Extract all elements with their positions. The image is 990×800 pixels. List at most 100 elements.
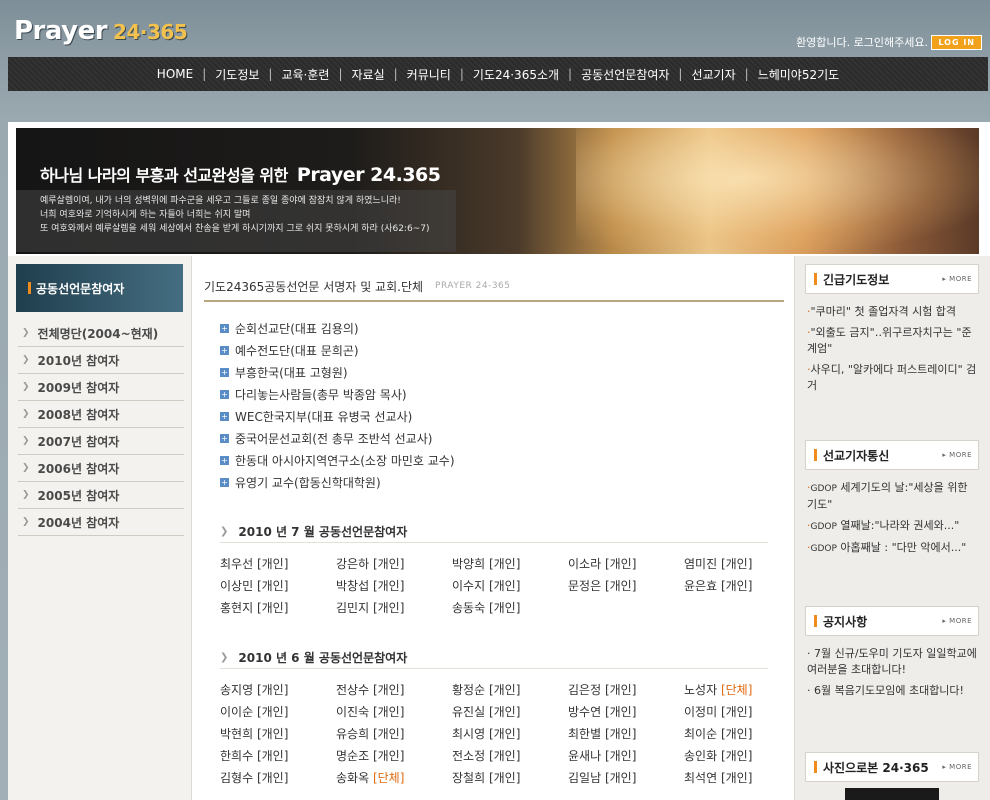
org-name: 중국어문선교회(전 총무 조반석 선교사) [235,431,433,446]
participant-tag: [개인] [372,727,405,741]
more-link[interactable]: ▸ MORE [942,451,972,459]
notice-item[interactable]: · 7월 신규/도우미 기도자 일일학교에 여러분을 초대합니다! [807,646,977,678]
notice-item-text: 7월 신규/도우미 기도자 일일학교에 여러분을 초대합니다! [807,647,977,676]
participant-tag: [개인] [256,579,289,593]
participant-tag: [개인] [372,601,405,615]
login-button[interactable]: LOG IN [931,35,982,50]
participant-name: 김은정 [568,683,602,697]
more-label: MORE [949,451,972,459]
participant-tag: [개인] [604,683,637,697]
org-name: 다리놓는사람들(총무 박종암 목사) [235,387,407,402]
urgent-item[interactable]: ·"쿠마리" 첫 졸업자격 시험 합격 [807,304,977,320]
nav-nehemiah52[interactable]: 느헤미야52기도 [749,66,849,83]
participant-cell: 유진실 [개인] [452,701,568,723]
participant-cell: 송인화 [개인] [684,745,800,767]
section-title-text: 2010 년 6 월 공동선언문참여자 [238,651,408,665]
sidebar-item-2008[interactable]: ❯ 2008년 참여자 [18,401,184,428]
nav-home[interactable]: HOME [148,67,202,81]
participant-tag: [개인] [372,557,405,571]
reporter-item-text: 열째날:"나라와 권세와..." [840,519,960,532]
participant-tag: [단체] [720,683,753,697]
nav-education[interactable]: 교육·훈련 [272,66,338,83]
site-logo[interactable]: Prayer 24·365 [14,16,188,46]
org-item[interactable]: + 예수전도단(대표 문희곤) [220,339,784,361]
urgent-item[interactable]: ·사우디, "알카에다 퍼스트레이디" 검거 [807,362,977,394]
logo-number: 24·365 [113,20,188,44]
banner-brand: Prayer 24.365 [296,164,441,186]
sidebar-item-label: 2004년 참여자 [37,515,120,530]
participant-name: 노성자 [684,683,718,697]
org-item[interactable]: + 부흥한국(대표 고형원) [220,361,784,383]
welcome-message: 환영합니다. 로그인해주세요. [796,36,928,49]
participant-name: 박창섭 [336,579,370,593]
participant-cell: 명순조 [개인] [336,745,452,767]
participant-tag: [개인] [488,705,521,719]
sidebar-item-2009[interactable]: ❯ 2009년 참여자 [18,374,184,401]
sidebar-item-2004[interactable]: ❯ 2004년 참여자 [18,509,184,536]
participant-cell: 홍현지 [개인] [220,597,336,619]
participant-tag: [개인] [488,579,521,593]
participant-cell: 전소정 [개인] [452,745,568,767]
participant-cell: 노성자 [단체] [684,679,800,701]
more-link[interactable]: ▸ MORE [942,617,972,625]
urgent-item[interactable]: ·"외출도 금지"‥위구르자치구는 "준계엄" [807,325,977,357]
participant-name: 이수지 [452,579,486,593]
participant-tag: [개인] [256,749,289,763]
participant-tag: [개인] [372,579,405,593]
logo-text: Prayer [14,16,108,46]
nav-declaration-participants[interactable]: 공동선언문참여자 [572,66,678,83]
more-link[interactable]: ▸ MORE [942,763,972,771]
participant-tag: [개인] [604,557,637,571]
participant-name: 장철희 [452,771,486,785]
org-item[interactable]: + WEC한국지부(대표 유병국 선교사) [220,405,784,427]
participant-cell: 최이순 [개인] [684,723,800,745]
nav-prayer-info[interactable]: 기도정보 [206,66,268,83]
reporter-tag: GDOP [810,522,837,532]
org-name: 유영기 교수(합동신학대학원) [235,475,381,490]
more-label: MORE [949,617,972,625]
org-item[interactable]: + 중국어문선교회(전 총무 조반석 선교사) [220,427,784,449]
org-item[interactable]: + 순회선교단(대표 김용의) [220,317,784,339]
notice-item[interactable]: · 6월 복음기도모임에 초대합니다! [807,683,977,699]
participant-tag: [개인] [604,579,637,593]
box-title: 긴급기도정보 [814,271,889,288]
participant-cell: 이정미 [개인] [684,701,800,723]
content-frame: 하나님 나라의 부흥과 선교완성을 위한 Prayer 24.365 예루살렘이… [8,122,990,800]
left-sidebar: 공동선언문참여자 ❯ 전체명단(2004~현재) ❯ 2010년 참여자 ❯ 2009… [8,256,192,800]
org-name: 순회선교단(대표 김용의) [235,321,359,336]
page-subtitle: PRAYER 24-365 [435,281,511,291]
participant-tag: [개인] [256,727,289,741]
more-link[interactable]: ▸ MORE [942,275,972,283]
participant-name: 방수연 [568,705,602,719]
chevron-right-icon: ❯ [22,463,30,473]
sidebar-item-all[interactable]: ❯ 전체명단(2004~현재) [18,320,184,347]
participant-cell: 최석연 [개인] [684,767,800,789]
sidebar-item-label: 2005년 참여자 [37,488,120,503]
plus-icon: + [220,433,229,443]
nav-mission-reporter[interactable]: 선교기자 [682,66,744,83]
nav-resources[interactable]: 자료실 [343,66,394,83]
verse-line: 예루살렘이여, 내가 너의 성벽위에 파수군을 세우고 그들로 종일 종야에 잠… [40,196,401,206]
participant-name: 윤새나 [568,749,602,763]
participant-tag: [개인] [604,705,637,719]
org-item[interactable]: + 한동대 아시아지역연구소(소장 마민호 교수) [220,449,784,471]
sidebar-item-2006[interactable]: ❯ 2006년 참여자 [18,455,184,482]
participants-grid: 최우선 [개인] 강은하 [개인] 박양희 [개인] 이소라 [개인] 염미진 [개인]… [220,553,784,619]
participant-tag: [개인] [720,771,753,785]
sidebar-item-2010[interactable]: ❯ 2010년 참여자 [18,347,184,374]
participant-name: 최우선 [220,557,254,571]
chevron-right-icon: ❯ [22,490,30,500]
sidebar-item-2007[interactable]: ❯ 2007년 참여자 [18,428,184,455]
participant-name: 전소정 [452,749,486,763]
reporter-item[interactable]: ·GDOP 세계기도의 날:"세상을 위한 기도" [807,480,977,513]
reporter-item[interactable]: ·GDOP 아홉째날 : "다만 악에서..." [807,540,977,557]
participant-name: 최석연 [684,771,718,785]
nav-community[interactable]: 커뮤니티 [398,66,460,83]
org-item[interactable]: + 다리놓는사람들(총무 박종암 목사) [220,383,784,405]
reporter-item[interactable]: ·GDOP 열째날:"나라와 권세와..." [807,518,977,535]
chevron-right-icon: ❯ [22,436,30,446]
sidebar-item-2005[interactable]: ❯ 2005년 참여자 [18,482,184,509]
org-item[interactable]: + 유영기 교수(합동신학대학원) [220,471,784,493]
nav-about[interactable]: 기도24·365소개 [464,66,568,83]
photo-thumbnail[interactable] [845,788,939,800]
